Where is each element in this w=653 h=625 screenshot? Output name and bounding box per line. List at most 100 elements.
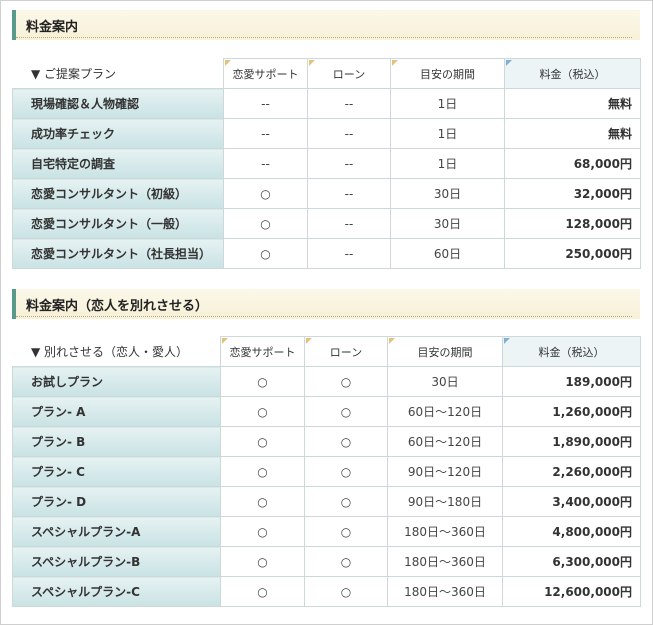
loan-cell: ○ bbox=[304, 456, 388, 487]
support-cell: ○ bbox=[220, 516, 305, 547]
loan-cell: -- bbox=[307, 178, 391, 209]
plan-name: 恋愛コンサルタント（初級） bbox=[12, 178, 224, 209]
table-caption: ▼ 別れさせる（恋人・愛人） bbox=[12, 336, 221, 367]
price-cell: 6,300,000円 bbox=[502, 546, 641, 577]
table-row: スペシャルプラン-C ○ ○ 180日～360日 12,600,000円 bbox=[12, 576, 641, 607]
support-cell: ○ bbox=[220, 396, 305, 427]
period-cell: 30日 bbox=[390, 178, 505, 209]
price-cell: 2,260,000円 bbox=[502, 456, 641, 487]
loan-cell: ○ bbox=[304, 396, 388, 427]
section-header-pricing: 料金案内 bbox=[12, 10, 640, 40]
plan-name: 恋愛コンサルタント（社長担当） bbox=[12, 238, 224, 269]
header-fee: 料金（税込） bbox=[504, 58, 641, 89]
support-cell: ○ bbox=[220, 576, 305, 607]
table-row: プラン- B ○ ○ 60日～120日 1,890,000円 bbox=[12, 426, 641, 457]
plan-name: お試しプラン bbox=[12, 366, 221, 397]
header-loan: ローン bbox=[304, 336, 388, 367]
period-cell: 60日～120日 bbox=[387, 396, 503, 427]
support-cell: ○ bbox=[220, 486, 305, 517]
plan-name: 成功率チェック bbox=[12, 118, 224, 149]
loan-cell: ○ bbox=[304, 546, 388, 577]
support-cell: ○ bbox=[220, 426, 305, 457]
plan-name: スペシャルプラン-B bbox=[12, 546, 221, 577]
header-fee: 料金（税込） bbox=[502, 336, 641, 367]
plan-name: プラン- D bbox=[12, 486, 221, 517]
section-title: 料金案内 bbox=[26, 20, 79, 35]
support-cell: ○ bbox=[220, 546, 305, 577]
price-cell: 128,000円 bbox=[504, 208, 641, 239]
table-row: プラン- D ○ ○ 90日～180日 3,400,000円 bbox=[12, 486, 641, 517]
header-period: 目安の期間 bbox=[387, 336, 503, 367]
plan-name: プラン- C bbox=[12, 456, 221, 487]
price-cell: 12,600,000円 bbox=[502, 576, 641, 607]
loan-cell: -- bbox=[307, 148, 391, 179]
price-cell: 無料 bbox=[504, 88, 641, 119]
section-title: 料金案内（恋人を別れさせる） bbox=[26, 299, 209, 314]
header-support: 恋愛サポート bbox=[220, 336, 305, 367]
table-row: 恋愛コンサルタント（一般） ○ -- 30日 128,000円 bbox=[12, 208, 641, 239]
price-cell: 250,000円 bbox=[504, 238, 641, 269]
period-cell: 1日 bbox=[390, 118, 505, 149]
table-row: スペシャルプラン-A ○ ○ 180日～360日 4,800,000円 bbox=[12, 516, 641, 547]
price-cell: 1,890,000円 bbox=[502, 426, 641, 457]
period-cell: 180日～360日 bbox=[387, 516, 503, 547]
period-cell: 180日～360日 bbox=[387, 546, 503, 577]
table-row: 現場確認＆人物確認 -- -- 1日 無料 bbox=[12, 88, 641, 119]
table-row: 自宅特定の調査 -- -- 1日 68,000円 bbox=[12, 148, 641, 179]
support-cell: -- bbox=[223, 148, 308, 179]
plan-name: 自宅特定の調査 bbox=[12, 148, 224, 179]
table-row: プラン- C ○ ○ 90日～120日 2,260,000円 bbox=[12, 456, 641, 487]
header-support: 恋愛サポート bbox=[223, 58, 308, 89]
loan-cell: ○ bbox=[304, 486, 388, 517]
period-cell: 30日 bbox=[387, 366, 503, 397]
price-cell: 無料 bbox=[504, 118, 641, 149]
price-cell: 3,400,000円 bbox=[502, 486, 641, 517]
table-row: お試しプラン ○ ○ 30日 189,000円 bbox=[12, 366, 641, 397]
support-cell: ○ bbox=[220, 456, 305, 487]
loan-cell: ○ bbox=[304, 426, 388, 457]
loan-cell: ○ bbox=[304, 576, 388, 607]
loan-cell: -- bbox=[307, 238, 391, 269]
price-cell: 4,800,000円 bbox=[502, 516, 641, 547]
plan-name: プラン- B bbox=[12, 426, 221, 457]
period-cell: 90日～120日 bbox=[387, 456, 503, 487]
loan-cell: ○ bbox=[304, 366, 388, 397]
support-cell: ○ bbox=[220, 366, 305, 397]
support-cell: ○ bbox=[223, 208, 308, 239]
price-cell: 68,000円 bbox=[504, 148, 641, 179]
support-cell: ○ bbox=[223, 238, 308, 269]
support-cell: -- bbox=[223, 88, 308, 119]
table-caption: ▼ ご提案プラン bbox=[12, 58, 224, 89]
plan-name: スペシャルプラン-C bbox=[12, 576, 221, 607]
support-cell: -- bbox=[223, 118, 308, 149]
plan-name: 恋愛コンサルタント（一般） bbox=[12, 208, 224, 239]
period-cell: 1日 bbox=[390, 148, 505, 179]
price-cell: 32,000円 bbox=[504, 178, 641, 209]
loan-cell: -- bbox=[307, 118, 391, 149]
loan-cell: -- bbox=[307, 208, 391, 239]
period-cell: 60日 bbox=[390, 238, 505, 269]
pricing-table: ▼ ご提案プラン 恋愛サポート ローン 目安の期間 料金（税込） 現場確認＆人物… bbox=[12, 58, 641, 269]
support-cell: ○ bbox=[223, 178, 308, 209]
header-loan: ローン bbox=[307, 58, 391, 89]
header-period: 目安の期間 bbox=[390, 58, 505, 89]
plan-name: 現場確認＆人物確認 bbox=[12, 88, 224, 119]
table-row: 恋愛コンサルタント（初級） ○ -- 30日 32,000円 bbox=[12, 178, 641, 209]
period-cell: 30日 bbox=[390, 208, 505, 239]
plan-name: プラン- A bbox=[12, 396, 221, 427]
page-frame: 料金案内 ▼ ご提案プラン 恋愛サポート ローン 目安の期間 料金（税込） 現場… bbox=[0, 0, 653, 625]
period-cell: 1日 bbox=[390, 88, 505, 119]
section-header-breakup: 料金案内（恋人を別れさせる） bbox=[12, 289, 640, 319]
table-row: プラン- A ○ ○ 60日～120日 1,260,000円 bbox=[12, 396, 641, 427]
table-row: 恋愛コンサルタント（社長担当） ○ -- 60日 250,000円 bbox=[12, 238, 641, 269]
price-cell: 1,260,000円 bbox=[502, 396, 641, 427]
plan-name: スペシャルプラン-A bbox=[12, 516, 221, 547]
loan-cell: -- bbox=[307, 88, 391, 119]
period-cell: 60日～120日 bbox=[387, 426, 503, 457]
breakup-pricing-table: ▼ 別れさせる（恋人・愛人） 恋愛サポート ローン 目安の期間 料金（税込） お… bbox=[12, 336, 641, 607]
period-cell: 90日～180日 bbox=[387, 486, 503, 517]
table-row: 成功率チェック -- -- 1日 無料 bbox=[12, 118, 641, 149]
loan-cell: ○ bbox=[304, 516, 388, 547]
price-cell: 189,000円 bbox=[502, 366, 641, 397]
table-row: スペシャルプラン-B ○ ○ 180日～360日 6,300,000円 bbox=[12, 546, 641, 577]
